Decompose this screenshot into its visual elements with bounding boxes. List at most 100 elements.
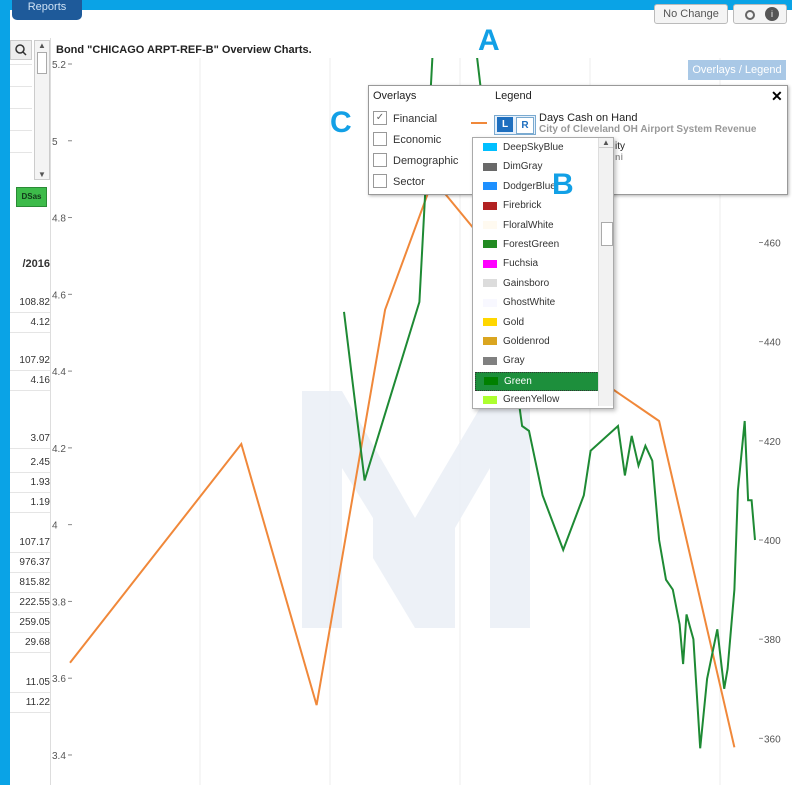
right-axis-tick-label: 460 — [764, 239, 781, 250]
checkbox-financial[interactable]: ✓ — [373, 111, 387, 126]
right-axis-tick-label: 360 — [764, 734, 781, 745]
left-panel-value: 107.92 — [19, 355, 50, 366]
checkbox-sector[interactable] — [373, 174, 387, 189]
left-panel-value: 3.07 — [30, 433, 50, 444]
color-swatch-icon — [483, 143, 497, 152]
color-option[interactable]: Fuchsia — [475, 255, 599, 272]
overlay-financial[interactable]: ✓ Financial — [373, 111, 437, 128]
search-icon[interactable] — [10, 40, 32, 60]
callout-a: A — [478, 24, 500, 57]
color-option[interactable]: FloralWhite — [475, 217, 599, 234]
right-axis-tick-label: 420 — [764, 437, 781, 448]
left-panel-value: 1.19 — [30, 497, 50, 508]
date-label: /2016 — [22, 258, 50, 270]
color-option[interactable]: Firebrick — [475, 197, 599, 214]
dropdown-scrollbar[interactable]: ▲ — [598, 138, 613, 406]
dropdown-scroll-thumb[interactable] — [601, 222, 613, 246]
color-swatch-icon — [484, 377, 498, 386]
close-icon[interactable]: ✕ — [771, 88, 783, 105]
color-swatch-icon — [483, 201, 497, 210]
color-option[interactable]: Gray — [475, 352, 599, 369]
color-option[interactable]: DodgerBlue — [475, 178, 599, 195]
gear-icon: i — [745, 7, 779, 21]
color-option[interactable]: Green — [475, 371, 599, 391]
color-option[interactable]: DimGray — [475, 158, 599, 175]
color-swatch-icon — [483, 220, 497, 229]
color-option-label: DimGray — [503, 161, 543, 173]
left-axis-tick-label: 3.8 — [52, 597, 66, 608]
color-swatch-icon — [483, 279, 497, 288]
right-axis-tick-label: 440 — [764, 338, 781, 349]
right-axis-tick-label: 380 — [764, 635, 781, 646]
legend-series-name: Days Cash on Hand — [539, 112, 638, 124]
color-option[interactable]: Goldenrod — [475, 333, 599, 350]
right-axis-tick-label: 400 — [764, 536, 781, 547]
color-option-label: DeepSkyBlue — [503, 142, 564, 153]
left-panel-value: 29.68 — [24, 637, 50, 648]
left-panel-value: 108.82 — [19, 297, 50, 308]
color-option-label: Green — [504, 375, 532, 387]
color-option-label: Fuchsia — [503, 258, 539, 270]
color-option-label: GhostWhite — [503, 297, 556, 309]
left-accent-bar — [0, 0, 10, 785]
left-data-panel: ▲ ▼ /2016 108.82 4.12 107.92 4.16 3.07 2.45 1.… — [10, 38, 51, 785]
left-axis-button[interactable]: L — [497, 117, 513, 132]
left-axis-tick-label: 4 — [52, 521, 58, 532]
color-option[interactable]: Gainsboro — [475, 275, 599, 292]
legend-heading: Legend — [495, 90, 532, 102]
legend-series-name-2: ity — [615, 141, 625, 152]
color-swatch-icon — [483, 240, 497, 249]
svg-text:i: i — [771, 9, 773, 19]
overlay-sector[interactable]: Sector — [373, 174, 425, 191]
overlays-legend-button[interactable]: Overlays / Legend — [688, 60, 786, 80]
left-axis-tick-label: 3.4 — [52, 751, 66, 762]
left-panel-value: 107.17 — [19, 537, 50, 548]
left-axis-tick-label: 4.6 — [52, 290, 66, 301]
no-change-button[interactable]: No Change — [654, 4, 728, 24]
color-swatch-icon — [483, 356, 497, 365]
settings-button[interactable]: i — [733, 4, 787, 24]
color-option-label: Goldenrod — [503, 336, 550, 347]
color-swatch-icon — [483, 298, 497, 307]
right-axis-button[interactable]: R — [516, 117, 534, 134]
color-option-label: Gray — [503, 355, 525, 367]
color-option-label: FloralWhite — [503, 219, 554, 231]
left-panel-value: 4.16 — [30, 375, 50, 386]
color-option[interactable]: ForestGreen — [475, 236, 599, 253]
color-swatch-icon — [483, 337, 497, 346]
color-option-label: Gold — [503, 316, 525, 328]
series-line-orange[interactable] — [69, 177, 736, 748]
overlay-economic[interactable]: Economic — [373, 132, 441, 149]
color-option-label: GreenYellow — [503, 394, 560, 406]
color-option[interactable]: GreenYellow — [475, 391, 599, 408]
color-dropdown-list[interactable]: DeepSkyBlue DimGray DodgerBlue Firebrick Flo… — [472, 137, 614, 409]
overlay-demographic[interactable]: Demographic — [373, 153, 458, 170]
color-option[interactable]: Gold — [475, 314, 599, 331]
left-axis-tick-label: 5 — [52, 137, 58, 148]
legend-series-subtitle-2: ni — [615, 152, 623, 162]
left-panel-value: 815.82 — [19, 577, 50, 588]
left-panel-value: 1.93 — [30, 477, 50, 488]
checkbox-demographic[interactable] — [373, 153, 387, 168]
checkbox-economic[interactable] — [373, 132, 387, 147]
callout-c: C — [330, 106, 352, 139]
color-swatch-icon — [483, 395, 497, 404]
axis-toggle: L R — [494, 115, 536, 135]
color-option-label: Firebrick — [503, 200, 542, 212]
color-option[interactable]: GhostWhite — [475, 294, 599, 311]
left-panel-scrollbar[interactable]: ▲ ▼ — [34, 40, 50, 180]
color-swatch-icon — [483, 162, 497, 171]
reports-button[interactable]: Reports — [12, 0, 82, 20]
legend-line-swatch[interactable] — [471, 122, 487, 124]
color-option[interactable]: DeepSkyBlue — [475, 139, 599, 156]
color-option-label: ForestGreen — [503, 239, 560, 250]
left-panel-value: 11.22 — [25, 697, 50, 708]
color-option-label: Gainsboro — [503, 277, 550, 289]
callout-b: B — [552, 168, 574, 201]
left-axis-tick-label: 4.8 — [52, 214, 66, 225]
dsas-button[interactable]: DSas — [16, 187, 47, 207]
left-panel-value: 11.05 — [25, 677, 50, 688]
left-axis-tick-label: 4.2 — [52, 444, 66, 455]
legend-series-subtitle: City of Cleveland OH Airport System Reve… — [539, 124, 757, 135]
left-axis-tick-label: 4.4 — [52, 367, 66, 378]
